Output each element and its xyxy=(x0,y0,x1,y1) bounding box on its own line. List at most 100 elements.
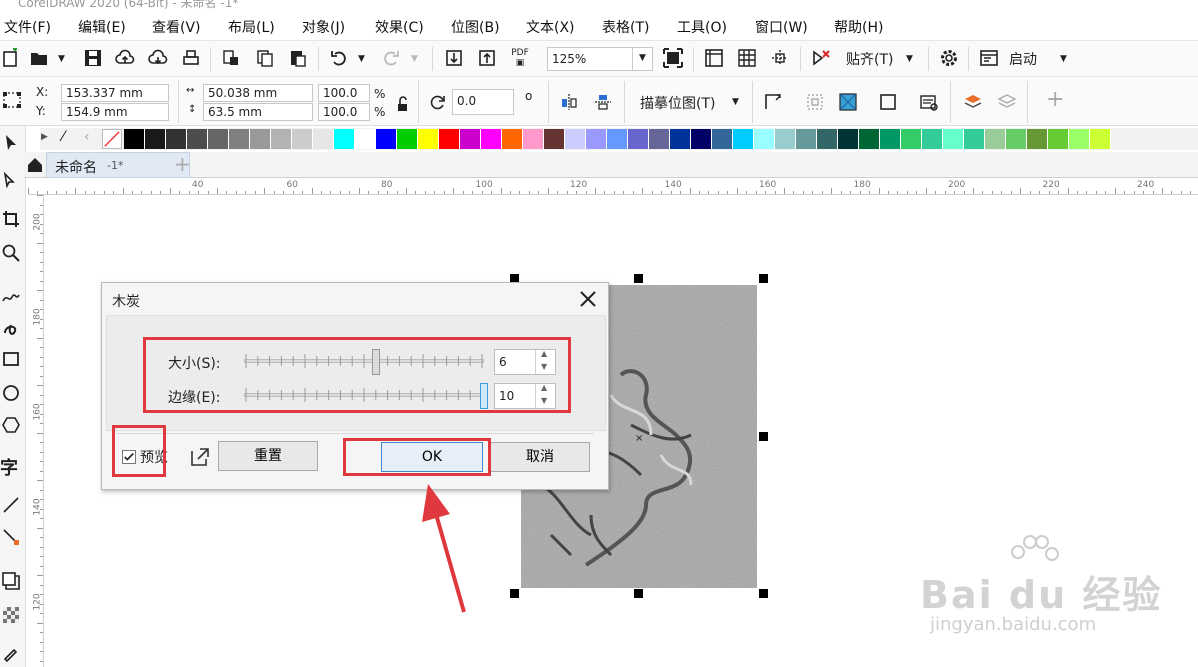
menu-effects[interactable]: 效果(C) xyxy=(375,17,424,37)
add-icon[interactable]: + xyxy=(1046,87,1064,112)
parallel-dimension-icon[interactable] xyxy=(0,494,22,516)
color-swatch[interactable] xyxy=(271,129,292,149)
color-swatch[interactable] xyxy=(670,129,691,149)
drop-shadow-icon[interactable] xyxy=(0,570,22,592)
color-swatch[interactable] xyxy=(460,129,481,149)
crop-bitmap-icon[interactable] xyxy=(762,91,784,113)
horizontal-ruler[interactable]: 406080100120140160180200220240260 xyxy=(28,178,1198,195)
color-swatch[interactable] xyxy=(1006,129,1027,149)
add-tab-icon[interactable]: + xyxy=(174,152,191,176)
color-swatch[interactable] xyxy=(439,129,460,149)
trace-bitmap-dropdown[interactable]: 描摹位图(T) xyxy=(640,93,715,113)
reset-button[interactable]: 重置 xyxy=(218,441,318,471)
snap-dropdown-icon[interactable]: ▼ xyxy=(906,54,913,64)
copy-icon[interactable] xyxy=(254,47,276,69)
artistic-media-icon[interactable] xyxy=(0,316,22,338)
color-swatch[interactable] xyxy=(313,129,334,149)
color-swatch[interactable] xyxy=(166,129,187,149)
vertical-ruler[interactable]: 200 180 160 140 120 xyxy=(28,195,44,667)
polygon-tool-icon[interactable] xyxy=(0,414,22,436)
menu-table[interactable]: 表格(T) xyxy=(602,17,649,37)
eyedropper-icon[interactable]: ⁄ xyxy=(62,129,64,145)
color-swatch[interactable] xyxy=(376,129,397,149)
scale-height-input[interactable]: 100.0 xyxy=(318,103,370,121)
menu-window[interactable]: 窗口(W) xyxy=(755,17,808,37)
snap-off-icon[interactable] xyxy=(810,47,832,69)
color-swatch[interactable] xyxy=(712,129,733,149)
height-input[interactable]: 63.5 mm xyxy=(203,103,313,121)
launch-dropdown-icon[interactable]: ▼ xyxy=(1060,54,1067,64)
ellipse-tool-icon[interactable] xyxy=(0,382,22,404)
color-swatch[interactable] xyxy=(838,129,859,149)
menu-help[interactable]: 帮助(H) xyxy=(834,17,883,37)
color-swatch[interactable] xyxy=(418,129,439,149)
lock-ratio-icon[interactable] xyxy=(391,93,413,115)
bitmap-properties-icon[interactable] xyxy=(918,91,940,113)
crop-tool-icon[interactable] xyxy=(0,208,22,230)
close-icon[interactable] xyxy=(576,287,600,311)
tab-document[interactable]: 未命名 -1* xyxy=(46,152,190,178)
color-swatch[interactable] xyxy=(1069,129,1090,149)
palette-expand-icon[interactable]: ▶ xyxy=(41,132,48,142)
redo-icon[interactable] xyxy=(380,47,402,69)
menu-tools[interactable]: 工具(O) xyxy=(677,17,727,37)
layers-gray-icon[interactable] xyxy=(996,91,1018,113)
color-swatch[interactable] xyxy=(754,129,775,149)
reference-point-icon[interactable] xyxy=(0,87,24,113)
width-input[interactable]: 50.038 mm xyxy=(203,84,313,102)
export-icon[interactable] xyxy=(476,47,498,69)
color-swatch[interactable] xyxy=(502,129,523,149)
zoom-dropdown-icon[interactable]: ▼ xyxy=(632,48,652,70)
color-swatch[interactable] xyxy=(901,129,922,149)
selection-handle[interactable] xyxy=(759,274,768,283)
color-swatch[interactable] xyxy=(1027,129,1048,149)
show-grid-icon[interactable] xyxy=(736,47,758,69)
mirror-horizontal-icon[interactable] xyxy=(558,91,580,113)
text-tool-icon[interactable]: 字 xyxy=(0,454,18,480)
full-screen-icon[interactable] xyxy=(662,47,684,69)
color-swatch[interactable] xyxy=(859,129,880,149)
save-icon[interactable] xyxy=(82,47,104,69)
bitmap-color-mask-icon[interactable] xyxy=(837,91,859,113)
color-swatch[interactable] xyxy=(691,129,712,149)
rectangle-tool-icon[interactable] xyxy=(0,348,22,370)
show-guidelines-icon[interactable] xyxy=(769,47,791,69)
menu-text[interactable]: 文本(X) xyxy=(526,17,575,37)
color-swatch[interactable] xyxy=(334,129,355,149)
paste-icon[interactable] xyxy=(287,47,309,69)
color-swatch[interactable] xyxy=(124,129,145,149)
zoom-tool-icon[interactable] xyxy=(0,242,22,264)
freehand-tool-icon[interactable] xyxy=(0,284,22,306)
color-swatch[interactable] xyxy=(649,129,670,149)
print-icon[interactable] xyxy=(180,47,202,69)
menu-edit[interactable]: 编辑(E) xyxy=(78,17,126,37)
menu-object[interactable]: 对象(J) xyxy=(302,17,345,37)
pick-tool-icon[interactable] xyxy=(0,132,22,154)
menu-view[interactable]: 查看(V) xyxy=(152,17,201,37)
color-swatch[interactable] xyxy=(817,129,838,149)
show-rulers-icon[interactable] xyxy=(703,47,725,69)
color-swatch[interactable] xyxy=(229,129,250,149)
selection-handle[interactable] xyxy=(759,432,768,441)
color-swatch[interactable] xyxy=(586,129,607,149)
color-swatch[interactable] xyxy=(880,129,901,149)
color-swatch[interactable] xyxy=(250,129,271,149)
color-swatch[interactable] xyxy=(796,129,817,149)
selection-handle[interactable] xyxy=(634,589,643,598)
redo-dropdown-icon[interactable]: ▼ xyxy=(411,54,418,64)
settings-gear-icon[interactable] xyxy=(938,47,960,69)
mirror-vertical-icon[interactable] xyxy=(592,91,614,113)
color-swatch[interactable] xyxy=(355,129,376,149)
y-position-input[interactable]: 154.9 mm xyxy=(61,103,169,121)
no-color-swatch[interactable] xyxy=(102,129,122,149)
resample-icon[interactable] xyxy=(804,91,826,113)
open-dropdown-icon[interactable]: ▼ xyxy=(58,54,65,64)
color-swatch[interactable] xyxy=(481,129,502,149)
color-swatch[interactable] xyxy=(985,129,1006,149)
selection-handle[interactable] xyxy=(759,589,768,598)
color-swatch[interactable] xyxy=(943,129,964,149)
connector-tool-icon[interactable] xyxy=(0,526,22,548)
scale-width-input[interactable]: 100.0 xyxy=(318,84,370,102)
transparency-tool-icon[interactable] xyxy=(0,604,22,626)
open-popup-icon[interactable] xyxy=(188,445,212,469)
